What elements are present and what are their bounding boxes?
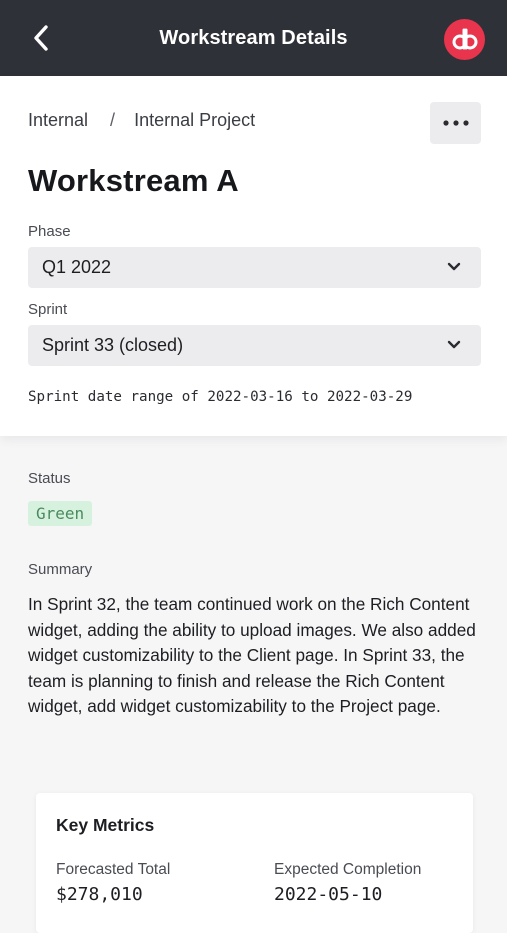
more-options-button[interactable] <box>430 102 481 144</box>
breadcrumb-item-internal[interactable]: Internal <box>28 110 88 131</box>
sprint-select[interactable]: Sprint 33 (closed) <box>28 325 481 366</box>
expected-completion-label: Expected Completion <box>274 861 422 878</box>
expected-completion-value: 2022-05-10 <box>274 884 383 905</box>
phase-label: Phase <box>28 223 71 240</box>
chevron-left-icon <box>34 25 48 51</box>
breadcrumb: Internal / Internal Project <box>28 110 255 131</box>
chevron-down-icon <box>447 340 461 349</box>
sprint-date-range: Sprint date range of 2022-03-16 to 2022-… <box>28 389 413 405</box>
key-metrics-card: Key Metrics Forecasted Total $278,010 Ex… <box>36 793 473 933</box>
breadcrumb-separator: / <box>110 110 116 130</box>
phase-select-value: Q1 2022 <box>42 257 112 277</box>
app-header: Workstream Details <box>0 0 507 76</box>
status-label: Status <box>28 470 71 487</box>
summary-text: In Sprint 32, the team continued work on… <box>28 594 476 716</box>
page-title: Workstream A <box>28 163 239 198</box>
db-logo-icon <box>452 28 477 49</box>
summary-label: Summary <box>28 561 93 578</box>
breadcrumb-item-project[interactable]: Internal Project <box>134 110 255 131</box>
phase-select[interactable]: Q1 2022 <box>28 247 481 288</box>
screen-title: Workstream Details <box>159 26 348 49</box>
ellipsis-icon <box>442 120 469 126</box>
back-button[interactable] <box>26 20 56 56</box>
key-metrics-title: Key Metrics <box>56 815 155 835</box>
brand-logo[interactable] <box>444 19 485 60</box>
forecasted-total-value: $278,010 <box>56 884 143 905</box>
sprint-select-value: Sprint 33 (closed) <box>42 335 184 355</box>
sprint-label: Sprint <box>28 301 68 318</box>
chevron-down-icon <box>447 262 461 271</box>
status-badge: Green <box>28 501 93 526</box>
forecasted-total-label: Forecasted Total <box>56 861 171 878</box>
